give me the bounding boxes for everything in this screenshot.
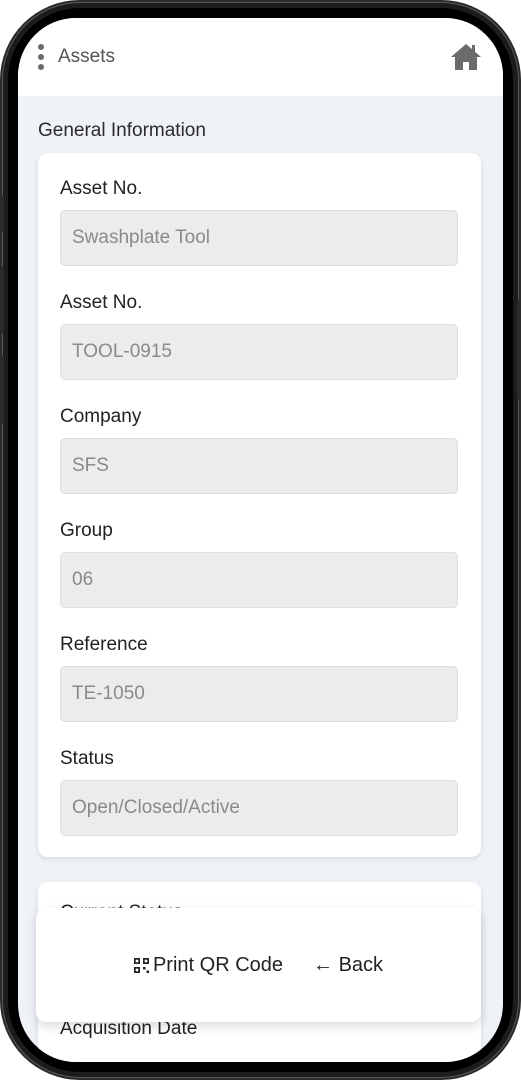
field-label: Asset No. <box>60 178 143 199</box>
company-field[interactable]: SFS <box>60 438 458 494</box>
back-label: ← Back <box>313 953 384 976</box>
group-field[interactable]: 06 <box>60 552 458 608</box>
phone-volume-up <box>0 266 4 334</box>
action-bar: Print QR Code ← Back <box>36 908 481 1022</box>
asset-no-field[interactable]: TOOL-0915 <box>60 324 458 380</box>
print-qr-button[interactable]: Print QR Code <box>133 953 284 977</box>
status-field[interactable]: Open/Closed/Active <box>60 780 458 836</box>
section-title: General Information <box>38 120 206 141</box>
asset-name-field[interactable]: Swashplate Tool <box>60 210 458 266</box>
home-icon[interactable] <box>449 42 483 72</box>
phone-volume-down <box>0 356 4 424</box>
phone-side-button <box>0 196 4 232</box>
back-button[interactable]: ← Back <box>313 954 383 977</box>
field-label: Company <box>60 406 142 427</box>
field-label: Asset No. <box>60 292 143 313</box>
print-qr-label: Print QR Code <box>152 953 284 976</box>
general-info-card: Asset No. Swashplate Tool Asset No. TOOL… <box>38 153 481 857</box>
menu-icon[interactable] <box>36 44 46 70</box>
phone-power-button <box>517 300 521 400</box>
app-screen: Assets General Information Asset No. Swa… <box>18 18 503 1062</box>
page-title: Assets <box>58 46 116 67</box>
qr-code-icon <box>133 957 149 973</box>
top-bar: Assets <box>18 18 503 96</box>
field-label: Status <box>60 748 114 769</box>
reference-field[interactable]: TE-1050 <box>60 666 458 722</box>
field-label: Reference <box>60 634 148 655</box>
field-label: Group <box>60 520 113 541</box>
